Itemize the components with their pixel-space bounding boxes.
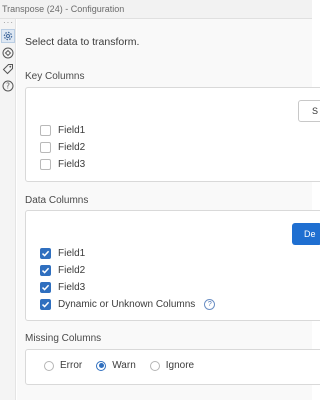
- check-icon: [41, 284, 50, 291]
- radio-option-warn[interactable]: Warn: [96, 360, 136, 371]
- data-columns-panel: De Field1 Field2 Field3 Dynamic or Unkno…: [25, 210, 320, 321]
- radio-ignore[interactable]: [149, 360, 160, 371]
- radio-warn[interactable]: [96, 360, 107, 371]
- window-title: Transpose (24) - Configuration: [0, 0, 312, 19]
- data-field1-label: Field1: [58, 247, 86, 259]
- check-icon: [41, 301, 50, 308]
- missing-columns-panel: Error Warn Ignore: [25, 349, 320, 385]
- key-field3-label: Field3: [58, 158, 86, 170]
- radio-option-ignore[interactable]: Ignore: [149, 360, 195, 371]
- key-columns-panel: S Field1 Field2 Field3: [25, 87, 320, 182]
- radio-warn-label: Warn: [112, 360, 136, 371]
- data-field-row[interactable]: Field3: [40, 280, 85, 294]
- data-field-row[interactable]: Field1: [40, 246, 85, 260]
- radio-error-label: Error: [60, 360, 83, 371]
- dynamic-columns-row[interactable]: Dynamic or Unknown Columns ?: [40, 297, 216, 311]
- data-field-row[interactable]: Field2: [40, 263, 85, 277]
- data-field2-label: Field2: [58, 264, 86, 276]
- connections-icon[interactable]: [1, 46, 15, 60]
- help-icon[interactable]: ?: [204, 298, 216, 310]
- deselect-all-button[interactable]: De: [292, 223, 320, 245]
- radio-option-error[interactable]: Error: [44, 360, 82, 371]
- configuration-panel: Select data to transform. Key Columns S …: [17, 19, 320, 400]
- data-field3-label: Field3: [58, 281, 86, 293]
- dynamic-columns-label: Dynamic or Unknown Columns: [58, 298, 196, 310]
- gear-icon[interactable]: [1, 29, 15, 43]
- tag-icon[interactable]: [1, 62, 15, 76]
- key-columns-label: Key Columns: [25, 71, 85, 82]
- select-all-button[interactable]: S: [298, 100, 320, 122]
- key-field1-label: Field1: [58, 124, 86, 136]
- missing-columns-options: Error Warn Ignore: [44, 360, 208, 371]
- data-field3-checkbox[interactable]: [40, 281, 51, 293]
- key-field-row[interactable]: Field1: [40, 123, 85, 137]
- key-field2-checkbox[interactable]: [40, 141, 51, 153]
- data-field1-checkbox[interactable]: [40, 247, 51, 259]
- dynamic-columns-checkbox[interactable]: [40, 298, 51, 310]
- help-icon[interactable]: ?: [1, 79, 15, 93]
- key-field-row[interactable]: Field3: [40, 157, 85, 171]
- radio-error[interactable]: [44, 360, 54, 371]
- key-field3-checkbox[interactable]: [40, 158, 51, 170]
- drag-handle[interactable]: ···: [3, 19, 14, 27]
- data-columns-label: Data Columns: [25, 195, 89, 206]
- intro-text: Select data to transform.: [25, 36, 140, 48]
- key-field-row[interactable]: Field2: [40, 140, 85, 154]
- missing-columns-label: Missing Columns: [25, 333, 102, 344]
- key-field2-label: Field2: [58, 141, 86, 153]
- radio-ignore-label: Ignore: [165, 360, 195, 371]
- check-icon: [41, 267, 50, 274]
- check-icon: [41, 250, 50, 257]
- svg-text:?: ?: [6, 82, 10, 91]
- side-toolbar: ··· ?: [0, 19, 16, 400]
- data-field2-checkbox[interactable]: [40, 264, 51, 276]
- key-field1-checkbox[interactable]: [40, 124, 51, 136]
